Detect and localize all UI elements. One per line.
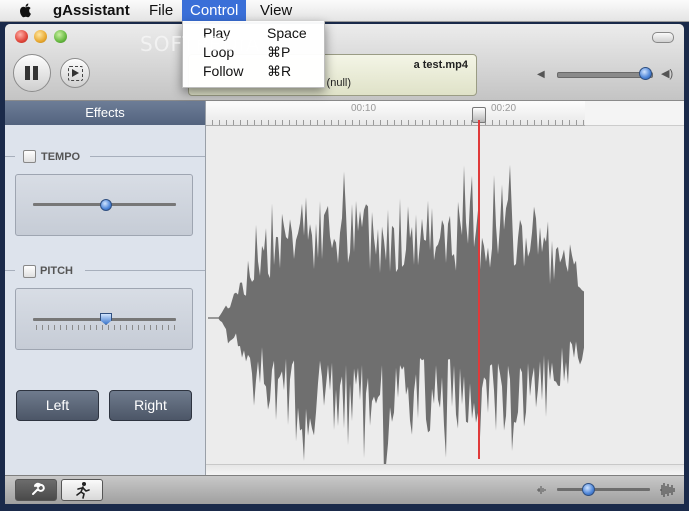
volume-high-icon: ◀) (661, 68, 674, 80)
ruler-ticks (212, 120, 585, 125)
tempo-label: TEMPO (41, 151, 81, 163)
divider (90, 156, 205, 157)
effects-header: Effects (5, 101, 205, 125)
minimize-button[interactable] (34, 30, 47, 43)
app-menu[interactable]: gAssistant (45, 0, 138, 21)
menu-file[interactable]: File (141, 0, 181, 21)
tempo-tab[interactable] (61, 479, 103, 501)
effects-sidebar: Effects TEMPO PITCH Left Right (5, 101, 206, 475)
volume-slider-knob[interactable] (639, 67, 652, 80)
toolbar-toggle-button[interactable] (652, 32, 674, 43)
toolbar: a test.mp4 (null) ◀ ◀) (5, 24, 684, 101)
menu-item-shortcut: Space (267, 25, 307, 41)
menu-item-shortcut: ⌘P (267, 44, 291, 60)
menu-item-shortcut: ⌘R (267, 63, 292, 79)
zoom-out-icon (537, 486, 546, 494)
effects-tab[interactable] (15, 479, 57, 501)
ruler-label: 00:20 (491, 103, 517, 114)
running-man-icon (76, 482, 90, 499)
apple-icon[interactable] (18, 2, 34, 18)
menu-bar: gAssistant File Control View (0, 0, 689, 22)
right-button[interactable]: Right (109, 390, 192, 421)
zoom-slider[interactable] (557, 488, 650, 491)
menu-item-label: Follow (203, 63, 244, 79)
wrench-icon (32, 482, 45, 495)
close-button[interactable] (15, 30, 28, 43)
tempo-slider-knob[interactable] (100, 199, 112, 211)
menu-view[interactable]: View (252, 0, 300, 21)
pitch-checkbox[interactable] (23, 265, 36, 278)
volume-low-icon: ◀ (537, 69, 545, 80)
ruler-label: 00:10 (351, 103, 377, 114)
divider (85, 270, 205, 271)
pitch-slider-knob[interactable] (100, 313, 112, 325)
playhead-line[interactable] (478, 120, 480, 459)
step-play-button[interactable] (60, 58, 90, 88)
waveform-view[interactable] (206, 126, 684, 475)
menu-item-follow[interactable]: Follow ⌘R (183, 62, 324, 81)
pitch-tick-marks (36, 325, 176, 330)
waveform (208, 164, 584, 475)
left-button[interactable]: Left (16, 390, 99, 421)
menu-control[interactable]: Control (182, 0, 247, 21)
pitch-label: PITCH (40, 265, 73, 277)
zoom-slider-knob[interactable] (582, 483, 595, 496)
watermark: SOFTPEDIA (140, 32, 261, 56)
timeline-ruler[interactable]: 00:10 00:20 (206, 101, 585, 126)
divider (5, 156, 15, 157)
pitch-panel (15, 288, 193, 350)
app-window: a test.mp4 (null) ◀ ◀) Effects TEMPO PIT… (5, 24, 684, 504)
tempo-checkbox[interactable] (23, 150, 36, 163)
tempo-panel (15, 174, 193, 236)
pause-button[interactable] (13, 54, 51, 92)
divider (5, 270, 15, 271)
zoom-in-icon (660, 483, 675, 497)
zoom-button[interactable] (54, 30, 67, 43)
step-play-icon (68, 66, 83, 81)
bottom-bar (5, 475, 684, 504)
ruler-end (585, 101, 684, 126)
